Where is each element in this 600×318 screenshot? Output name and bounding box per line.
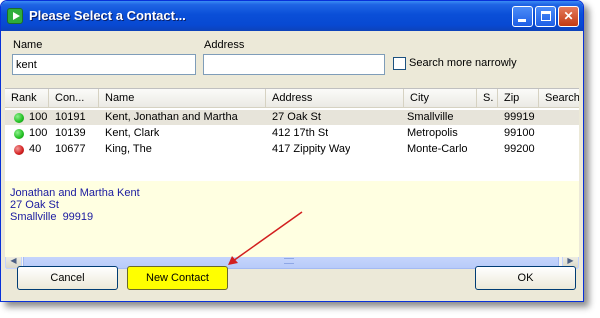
annotation-arrow: [228, 211, 303, 265]
annotation-arrow-line: [232, 211, 303, 262]
annotation-arrow-head: [228, 256, 238, 265]
